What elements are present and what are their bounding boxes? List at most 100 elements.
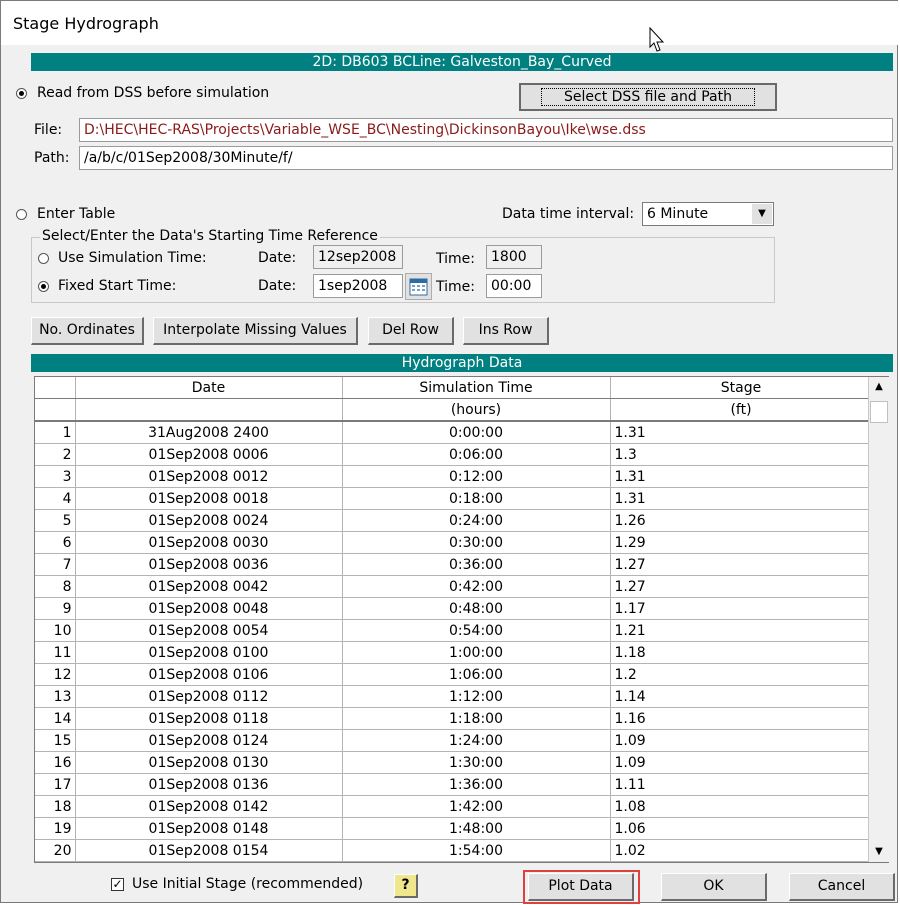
row-number-cell[interactable]: 8 bbox=[35, 575, 76, 598]
fixed-date-field[interactable]: 1sep2008 bbox=[313, 274, 403, 298]
stage-cell[interactable]: 1.3 bbox=[610, 443, 869, 466]
stage-cell[interactable]: 1.16 bbox=[610, 707, 869, 730]
fixed-start-radio[interactable] bbox=[38, 281, 49, 292]
sim-time-cell[interactable]: 1:42:00 bbox=[342, 795, 611, 818]
stage-cell[interactable]: 1.31 bbox=[610, 487, 869, 510]
interpolate-button[interactable]: Interpolate Missing Values bbox=[153, 317, 358, 345]
stage-cell[interactable]: 1.26 bbox=[610, 509, 869, 532]
stage-cell[interactable]: 1.29 bbox=[610, 531, 869, 554]
sim-time-cell[interactable]: 1:18:00 bbox=[342, 707, 611, 730]
header-sim-time[interactable]: Simulation Time bbox=[342, 377, 611, 399]
stage-cell[interactable]: 1.17 bbox=[610, 597, 869, 620]
date-cell[interactable]: 01Sep2008 0024 bbox=[75, 509, 343, 532]
stage-cell[interactable]: 1.09 bbox=[610, 751, 869, 774]
date-cell[interactable]: 01Sep2008 0054 bbox=[75, 619, 343, 642]
date-cell[interactable]: 01Sep2008 0106 bbox=[75, 663, 343, 686]
date-cell[interactable]: 01Sep2008 0030 bbox=[75, 531, 343, 554]
hydrograph-grid[interactable]: Date Simulation Time Stage (hours) (ft) … bbox=[34, 376, 889, 863]
row-number-cell[interactable]: 9 bbox=[35, 597, 76, 620]
interval-select[interactable]: 6 Minute ▼ bbox=[642, 202, 774, 226]
date-cell[interactable]: 01Sep2008 0018 bbox=[75, 487, 343, 510]
row-number-cell[interactable]: 19 bbox=[35, 817, 76, 840]
date-cell[interactable]: 01Sep2008 0100 bbox=[75, 641, 343, 664]
scroll-up-icon[interactable]: ▲ bbox=[869, 377, 889, 397]
row-number-cell[interactable]: 5 bbox=[35, 509, 76, 532]
sim-time-cell[interactable]: 0:06:00 bbox=[342, 443, 611, 466]
header-stage[interactable]: Stage bbox=[610, 377, 869, 399]
stage-cell[interactable]: 1.18 bbox=[610, 641, 869, 664]
date-cell[interactable]: 01Sep2008 0042 bbox=[75, 575, 343, 598]
chevron-down-icon[interactable]: ▼ bbox=[752, 204, 772, 224]
row-number-cell[interactable]: 10 bbox=[35, 619, 76, 642]
date-cell[interactable]: 01Sep2008 0124 bbox=[75, 729, 343, 752]
row-number-cell[interactable]: 20 bbox=[35, 839, 76, 862]
date-cell[interactable]: 01Sep2008 0154 bbox=[75, 839, 343, 862]
row-number-cell[interactable]: 3 bbox=[35, 465, 76, 488]
sim-time-cell[interactable]: 0:54:00 bbox=[342, 619, 611, 642]
date-cell[interactable]: 01Sep2008 0130 bbox=[75, 751, 343, 774]
stage-cell[interactable]: 1.27 bbox=[610, 553, 869, 576]
dss-path-field[interactable]: /a/b/c/01Sep2008/30Minute/f/ bbox=[79, 146, 893, 170]
stage-cell[interactable]: 1.02 bbox=[610, 839, 869, 862]
row-number-cell[interactable]: 15 bbox=[35, 729, 76, 752]
stage-cell[interactable]: 1.11 bbox=[610, 773, 869, 796]
use-sim-time-radio[interactable] bbox=[38, 253, 49, 264]
row-number-cell[interactable]: 16 bbox=[35, 751, 76, 774]
sim-time-cell[interactable]: 1:12:00 bbox=[342, 685, 611, 708]
fixed-time-field[interactable]: 00:00 bbox=[486, 274, 542, 298]
sim-time-cell[interactable]: 0:36:00 bbox=[342, 553, 611, 576]
row-number-cell[interactable]: 14 bbox=[35, 707, 76, 730]
date-cell[interactable]: 01Sep2008 0112 bbox=[75, 685, 343, 708]
date-cell[interactable]: 01Sep2008 0136 bbox=[75, 773, 343, 796]
sim-time-cell[interactable]: 0:18:00 bbox=[342, 487, 611, 510]
sim-time-cell[interactable]: 0:42:00 bbox=[342, 575, 611, 598]
date-cell[interactable]: 01Sep2008 0036 bbox=[75, 553, 343, 576]
sim-time-cell[interactable]: 1:30:00 bbox=[342, 751, 611, 774]
date-cell[interactable]: 31Aug2008 2400 bbox=[75, 421, 343, 444]
del-row-button[interactable]: Del Row bbox=[368, 317, 454, 345]
grid-scrollbar[interactable]: ▲ ▼ bbox=[868, 377, 889, 862]
read-dss-radio[interactable] bbox=[16, 88, 27, 99]
help-button[interactable]: ? bbox=[394, 874, 418, 898]
sim-time-cell[interactable]: 1:54:00 bbox=[342, 839, 611, 862]
date-cell[interactable]: 01Sep2008 0148 bbox=[75, 817, 343, 840]
row-number-cell[interactable]: 7 bbox=[35, 553, 76, 576]
no-ordinates-button[interactable]: No. Ordinates bbox=[31, 317, 144, 345]
sim-time-cell[interactable]: 1:48:00 bbox=[342, 817, 611, 840]
sim-time-cell[interactable]: 0:12:00 bbox=[342, 465, 611, 488]
select-dss-button[interactable]: Select DSS file and Path bbox=[519, 83, 777, 111]
ins-row-button[interactable]: Ins Row bbox=[463, 317, 549, 345]
row-number-cell[interactable]: 1 bbox=[35, 421, 76, 444]
stage-cell[interactable]: 1.2 bbox=[610, 663, 869, 686]
stage-cell[interactable]: 1.09 bbox=[610, 729, 869, 752]
sim-time-cell[interactable]: 1:00:00 bbox=[342, 641, 611, 664]
stage-cell[interactable]: 1.27 bbox=[610, 575, 869, 598]
sim-time-cell[interactable]: 0:30:00 bbox=[342, 531, 611, 554]
cancel-button[interactable]: Cancel bbox=[789, 873, 895, 901]
sim-time-cell[interactable]: 1:24:00 bbox=[342, 729, 611, 752]
row-number-cell[interactable]: 11 bbox=[35, 641, 76, 664]
row-number-cell[interactable]: 12 bbox=[35, 663, 76, 686]
row-number-cell[interactable]: 13 bbox=[35, 685, 76, 708]
date-cell[interactable]: 01Sep2008 0012 bbox=[75, 465, 343, 488]
sim-time-cell[interactable]: 0:24:00 bbox=[342, 509, 611, 532]
calendar-button[interactable] bbox=[405, 273, 432, 300]
date-cell[interactable]: 01Sep2008 0006 bbox=[75, 443, 343, 466]
header-date[interactable]: Date bbox=[75, 377, 343, 399]
row-number-cell[interactable]: 2 bbox=[35, 443, 76, 466]
row-number-cell[interactable]: 17 bbox=[35, 773, 76, 796]
sim-time-cell[interactable]: 0:00:00 bbox=[342, 421, 611, 444]
stage-cell[interactable]: 1.06 bbox=[610, 817, 869, 840]
ok-button[interactable]: OK bbox=[661, 873, 767, 901]
sim-time-cell[interactable]: 1:06:00 bbox=[342, 663, 611, 686]
date-cell[interactable]: 01Sep2008 0142 bbox=[75, 795, 343, 818]
stage-cell[interactable]: 1.31 bbox=[610, 465, 869, 488]
row-number-cell[interactable]: 4 bbox=[35, 487, 76, 510]
stage-cell[interactable]: 1.14 bbox=[610, 685, 869, 708]
date-cell[interactable]: 01Sep2008 0118 bbox=[75, 707, 343, 730]
scroll-down-icon[interactable]: ▼ bbox=[869, 842, 889, 862]
row-number-cell[interactable]: 6 bbox=[35, 531, 76, 554]
scroll-thumb[interactable] bbox=[870, 401, 888, 423]
file-path-field[interactable]: D:\HEC\HEC-RAS\Projects\Variable_WSE_BC\… bbox=[79, 118, 893, 142]
sim-time-cell[interactable]: 0:48:00 bbox=[342, 597, 611, 620]
